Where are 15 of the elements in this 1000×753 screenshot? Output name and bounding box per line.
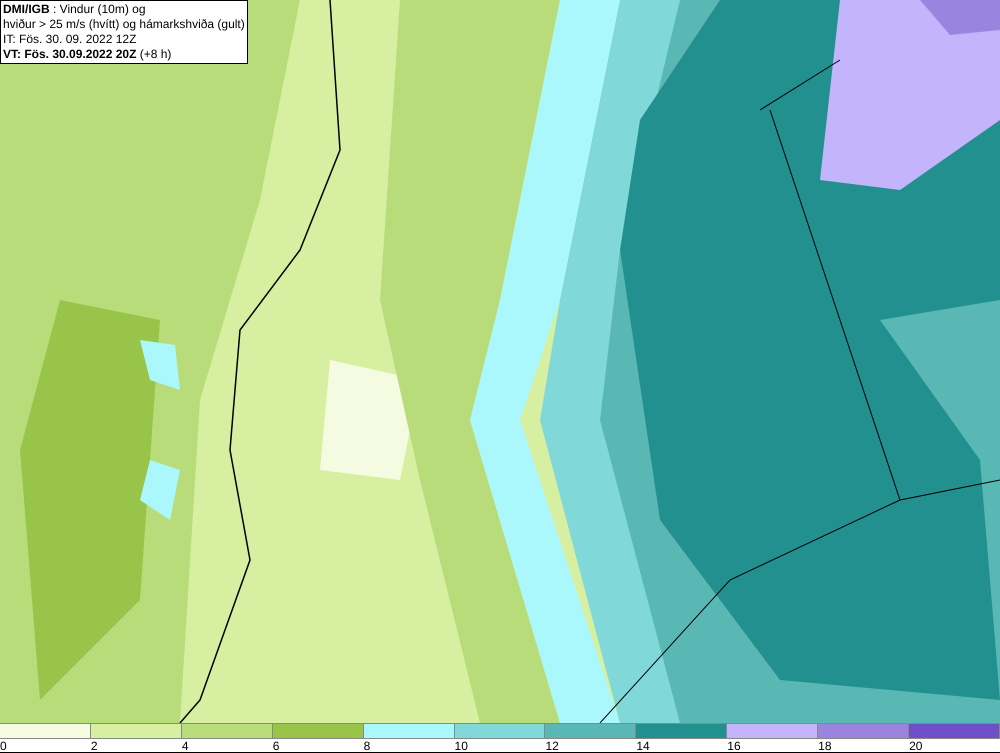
legend-tick-label: 10: [454, 739, 468, 753]
legend-tick-label: 18: [818, 739, 832, 753]
legend-tick-label: 16: [727, 739, 741, 753]
legend-tick-label: 2: [90, 739, 98, 753]
legend-tick-label: 4: [182, 739, 188, 753]
legend-tick-label: 8: [364, 739, 370, 753]
title-text: IT: Fös. 30. 09. 2022 12Z: [3, 32, 138, 47]
legend-tick-label: 0: [0, 739, 7, 753]
legend-tick-label: 6: [272, 739, 280, 753]
title-text: VT: Fös. 30.09.2022 20Z (+8 h): [3, 47, 172, 62]
legend-tick-label: 20: [909, 739, 922, 753]
title-text: hviður > 25 m/s (hvítt) og hámarkshviða (gult): [3, 17, 245, 32]
title-text: DMI/IGB : Vindur (10m) og: [3, 2, 146, 17]
legend-tick-label: 14: [636, 739, 650, 753]
legend-tick-label: 12: [545, 739, 559, 753]
